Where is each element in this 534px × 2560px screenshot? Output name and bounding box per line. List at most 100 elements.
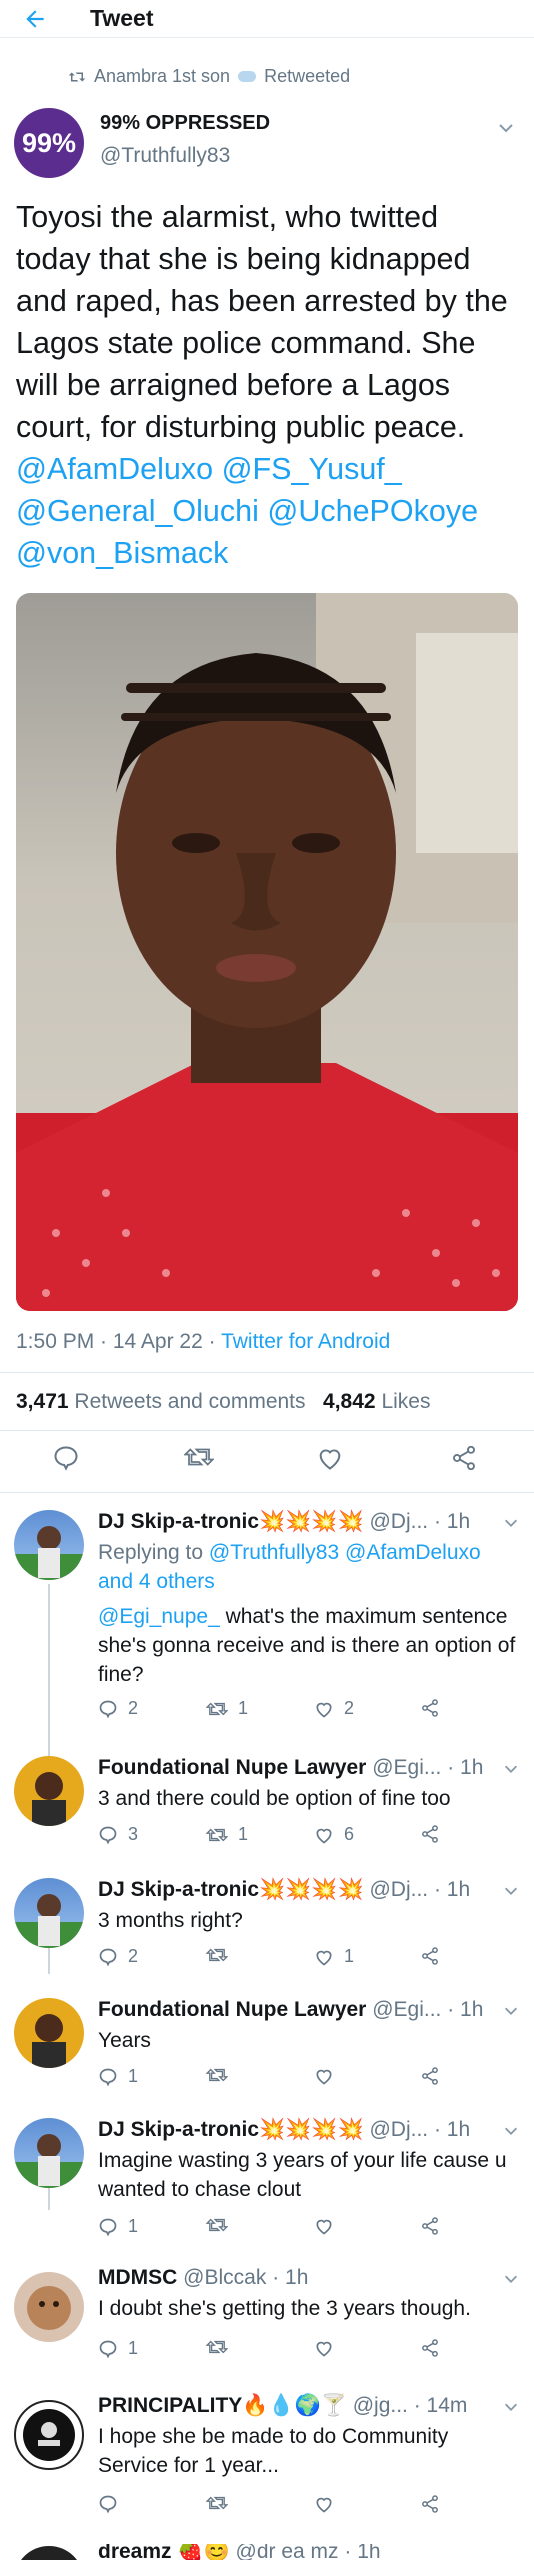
reply-author-name[interactable]: PRINCIPALITY🔥💧🌍🍸 — [98, 2394, 347, 2417]
mention-link[interactable]: @von_Bismack — [16, 536, 228, 570]
reply-like[interactable] — [314, 2066, 334, 2086]
avatar[interactable] — [14, 1756, 84, 1826]
author-avatar[interactable]: 99% — [14, 108, 84, 178]
reply-comment[interactable]: 1 — [98, 2338, 138, 2359]
chevron-down-icon[interactable] — [496, 118, 516, 143]
reply-share[interactable] — [420, 1698, 440, 1718]
tweet-client-link[interactable]: Twitter for Android — [221, 1330, 390, 1353]
reply[interactable]: DJ Skip-a-tronic💥💥💥💥 @Dj... · 1h Imagine… — [0, 2118, 534, 2248]
reply-retweet[interactable] — [206, 2216, 228, 2234]
chevron-down-icon[interactable] — [502, 1882, 520, 1905]
chevron-down-icon[interactable] — [502, 2002, 520, 2025]
reply-author-name[interactable]: dreamz 🍓😊 — [98, 2544, 230, 2560]
chevron-down-icon[interactable] — [502, 2122, 520, 2145]
reply-comment[interactable]: 2 — [98, 1946, 138, 1967]
reply-like[interactable] — [314, 2216, 334, 2236]
comment-icon — [99, 1826, 117, 1844]
reply-handle[interactable]: @Egi... — [372, 1756, 441, 1779]
back-arrow-icon[interactable] — [22, 6, 48, 32]
avatar[interactable] — [14, 2118, 84, 2188]
chevron-down-icon[interactable] — [502, 2398, 520, 2421]
reply-share[interactable] — [420, 2338, 440, 2358]
reply[interactable]: DJ Skip-a-tronic💥💥💥💥 @Dj... · 1h Replyin… — [0, 1510, 534, 1730]
reply-handle[interactable]: @dr ea mz — [236, 2544, 339, 2560]
reply-comment[interactable]: 1 — [98, 2066, 138, 2087]
reply-author-name[interactable]: MDMSC — [98, 2266, 177, 2289]
reply-share[interactable] — [420, 2216, 440, 2236]
retweets-label[interactable]: Retweets and comments — [74, 1390, 305, 1413]
tweet-text: Toyosi the alarmist, who twitted today t… — [16, 196, 521, 574]
likes-label[interactable]: Likes — [381, 1390, 430, 1413]
retweet-icon[interactable] — [183, 1444, 215, 1474]
reply-retweet[interactable] — [206, 1946, 238, 1964]
reply[interactable]: Foundational Nupe Lawyer @Egi... · 1h 3 … — [0, 1756, 534, 1866]
retweet-icon — [206, 1948, 228, 1962]
reply-handle[interactable]: @Dj... — [369, 2118, 428, 2141]
reply-handle[interactable]: @Blccak — [183, 2266, 266, 2289]
avatar[interactable] — [14, 2272, 84, 2342]
mention-link[interactable]: @General_Oluchi — [16, 494, 259, 528]
reply-author-name[interactable]: Foundational Nupe Lawyer — [98, 1998, 366, 2021]
share-icon[interactable] — [450, 1444, 480, 1474]
mention-link[interactable]: @Egi_nupe_ — [98, 1605, 220, 1628]
reply-retweet[interactable] — [206, 2494, 228, 2512]
heart-icon[interactable] — [316, 1444, 346, 1474]
comment-icon[interactable] — [52, 1444, 82, 1474]
avatar[interactable] — [14, 2400, 84, 2470]
mention-link[interactable]: @FS_Yusuf_ — [222, 452, 402, 486]
avatar[interactable] — [14, 1878, 84, 1948]
reply-author-name[interactable]: DJ Skip-a-tronic💥💥💥💥 — [98, 1510, 364, 1533]
reply-retweet[interactable]: 1 — [206, 1698, 248, 1719]
avatar[interactable] — [14, 1998, 84, 2068]
reply[interactable]: dreamz 🍓😊 @dr ea mz · 1h — [0, 2544, 534, 2560]
reply[interactable]: PRINCIPALITY🔥💧🌍🍸 @jg... · 14m I hope she… — [0, 2394, 534, 2524]
reply-handle[interactable]: @Dj... — [369, 1878, 428, 1901]
likes-count[interactable]: 4,842 — [323, 1390, 376, 1413]
tweet-photo[interactable] — [16, 593, 518, 1311]
comment-icon — [99, 2340, 117, 2358]
reply-retweet[interactable]: 1 — [206, 1824, 248, 1845]
chevron-down-icon[interactable] — [502, 2270, 520, 2293]
reply-comment[interactable]: 1 — [98, 2216, 138, 2237]
reply-retweet[interactable] — [206, 2338, 228, 2356]
reply-share[interactable] — [420, 1824, 440, 1844]
avatar[interactable] — [14, 2546, 84, 2560]
tweet-time: 1:50 PM · 14 Apr 22 · — [16, 1330, 222, 1353]
reply-retweet[interactable] — [206, 2066, 228, 2084]
heart-icon — [316, 2069, 332, 2085]
reply[interactable]: Foundational Nupe Lawyer @Egi... · 1h Ye… — [0, 1998, 534, 2108]
reply-like[interactable]: 1 — [314, 1946, 354, 1967]
reply-text: Imagine wasting 3 years of your life cau… — [98, 2149, 507, 2201]
reply-like[interactable] — [314, 2494, 334, 2514]
reply[interactable]: MDMSC @Blccak · 1h I doubt she's getting… — [0, 2266, 534, 2376]
reply-share[interactable] — [420, 2066, 440, 2086]
reply-handle[interactable]: @Egi... — [372, 1998, 441, 2021]
comment-icon — [99, 2218, 117, 2236]
mention-link[interactable]: @UchePOkoye — [267, 494, 478, 528]
reply-author-name[interactable]: Foundational Nupe Lawyer — [98, 1756, 366, 1779]
retweets-count[interactable]: 3,471 — [16, 1390, 69, 1413]
reply-handle[interactable]: @Dj... — [369, 1510, 428, 1533]
author-name[interactable]: 99% OPPRESSED — [100, 112, 270, 135]
reply-like[interactable]: 2 — [314, 1698, 354, 1719]
reply-header: Foundational Nupe Lawyer @Egi... · 1h — [98, 1756, 483, 1780]
mention-link[interactable]: @AfamDeluxo — [16, 452, 213, 486]
reply[interactable]: DJ Skip-a-tronic💥💥💥💥 @Dj... · 1h 3 month… — [0, 1878, 534, 1988]
reply-share[interactable] — [420, 2494, 440, 2514]
reply-comment[interactable]: 3 — [98, 1824, 138, 1845]
reply-header: Foundational Nupe Lawyer @Egi... · 1h — [98, 1998, 483, 2022]
tweet-timestamp: 1:50 PM · 14 Apr 22 · Twitter for Androi… — [16, 1330, 390, 1354]
reply-author-name[interactable]: DJ Skip-a-tronic💥💥💥💥 — [98, 2118, 364, 2141]
reply-author-name[interactable]: DJ Skip-a-tronic💥💥💥💥 — [98, 1878, 364, 1901]
reply-like[interactable]: 6 — [314, 1824, 354, 1845]
reply-share[interactable] — [420, 1946, 440, 1966]
avatar[interactable] — [14, 1510, 84, 1580]
author-handle[interactable]: @Truthfully83 — [100, 144, 230, 168]
chevron-down-icon[interactable] — [502, 1514, 520, 1537]
retweeted-by[interactable]: Anambra 1st son Retweeted — [68, 66, 350, 87]
reply-comment[interactable]: 2 — [98, 1698, 138, 1719]
reply-like[interactable] — [314, 2338, 334, 2358]
chevron-down-icon[interactable] — [502, 1760, 520, 1783]
reply-handle[interactable]: @jg... — [353, 2394, 408, 2417]
reply-comment[interactable] — [98, 2494, 118, 2514]
